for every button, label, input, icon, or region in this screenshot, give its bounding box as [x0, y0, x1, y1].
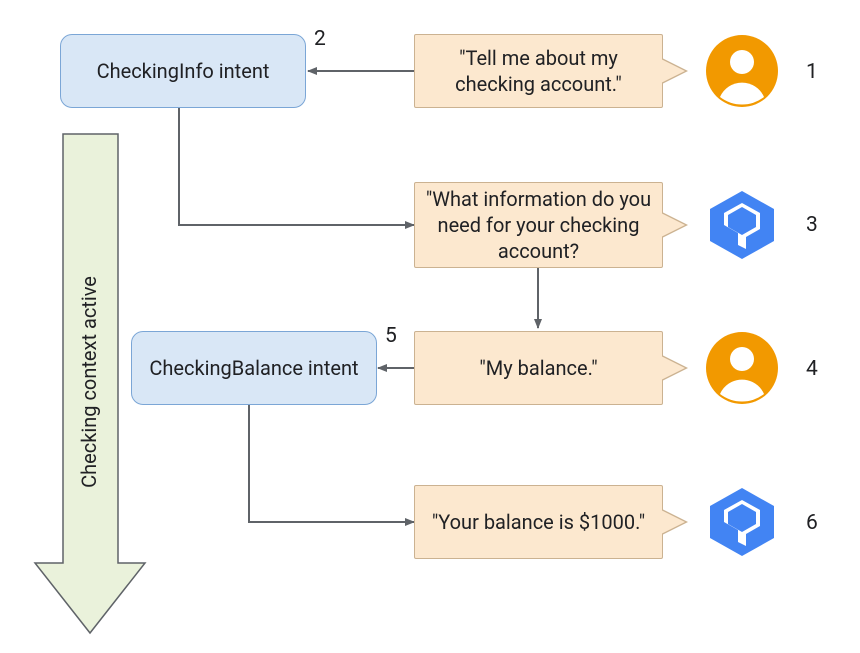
arrow-intent1-to-response1	[179, 108, 414, 225]
step-label-3: 3	[806, 213, 818, 237]
user-avatar-icon	[706, 332, 778, 408]
diagram-canvas: Checking context active CheckingInfo int…	[0, 0, 860, 653]
speech-box-response2-text: "Your balance is $1000."	[432, 509, 645, 535]
user-avatar-icon	[706, 35, 778, 111]
speech-tail	[661, 59, 685, 83]
step-label-1: 1	[806, 60, 818, 84]
speech-box-response2: "Your balance is $1000."	[414, 485, 663, 559]
speech-tail	[661, 510, 685, 534]
intent-box-checkingbalance: CheckingBalance intent	[131, 331, 377, 405]
dialogflow-agent-icon	[706, 189, 778, 265]
speech-box-utterance1: "Tell me about my checking account."	[414, 34, 663, 108]
step-label-6: 6	[806, 511, 818, 535]
dialogflow-agent-icon	[706, 486, 778, 562]
step-label-5: 5	[385, 324, 397, 348]
step-label-2: 2	[314, 27, 326, 51]
speech-box-response1: "What information do you need for your c…	[414, 182, 663, 268]
speech-box-utterance2-text: "My balance."	[479, 355, 597, 381]
intent-box-checkingbalance-label: CheckingBalance intent	[149, 355, 358, 381]
speech-box-utterance1-text: "Tell me about my checking account."	[425, 45, 652, 97]
arrow-intent2-to-response2	[249, 405, 414, 522]
speech-box-response1-text: "What information do you need for your c…	[425, 186, 652, 264]
speech-tail	[661, 213, 685, 237]
speech-tail	[661, 356, 685, 380]
intent-box-checkinginfo: CheckingInfo intent	[60, 34, 306, 108]
intent-box-checkinginfo-label: CheckingInfo intent	[97, 58, 270, 84]
speech-box-utterance2: "My balance."	[414, 331, 663, 405]
context-active-label: Checking context active	[77, 276, 101, 488]
step-label-4: 4	[806, 357, 818, 381]
